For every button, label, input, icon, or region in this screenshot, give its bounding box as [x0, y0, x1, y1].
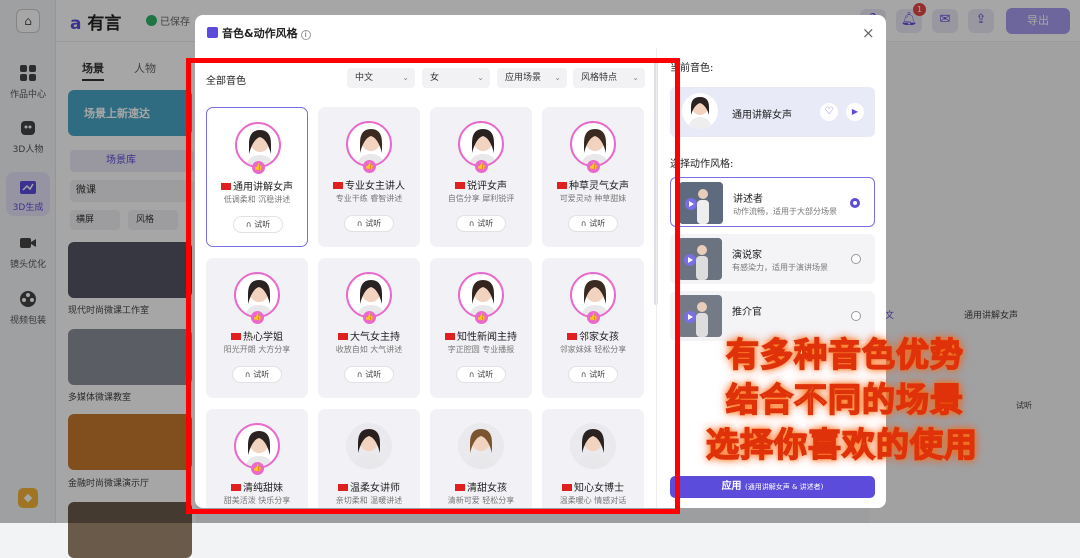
style-desc: 有感染力，适用于演讲场景: [732, 263, 828, 272]
voice-icon: [207, 27, 218, 38]
modal-title-text: 音色&动作风格: [222, 27, 298, 40]
heart-icon[interactable]: ♡: [820, 103, 838, 121]
style-preview: [679, 182, 723, 224]
style-name: 演说家: [732, 250, 762, 261]
radio-button[interactable]: [851, 311, 861, 321]
current-voice-box: 通用讲解女声 ♡ ▶: [670, 87, 875, 137]
style-card-narrator[interactable]: 讲述者 动作流畅，适用于大部分场景: [670, 177, 875, 227]
style-card-speaker[interactable]: 演说家 有感染力，适用于演讲场景: [670, 234, 875, 284]
style-preview: [678, 295, 722, 337]
style-name: 推介官: [732, 307, 762, 318]
avatar: [682, 93, 718, 129]
current-voice-name: 通用讲解女声: [732, 110, 792, 121]
apply-label: 应用: [721, 481, 742, 492]
radio-button[interactable]: [850, 198, 860, 208]
apply-detail: (通用讲解女声 & 讲述者): [745, 483, 824, 491]
radio-button[interactable]: [851, 254, 861, 264]
promo-caption: 有多种音色优势: [725, 334, 964, 375]
apply-button[interactable]: 应用 (通用讲解女声 & 讲述者): [670, 476, 875, 498]
highlight-box: [186, 58, 680, 514]
style-preview: [678, 238, 722, 280]
info-icon[interactable]: i: [300, 30, 311, 40]
style-name: 讲述者: [733, 194, 763, 205]
close-icon[interactable]: ×: [862, 24, 875, 42]
style-desc: 动作流畅，适用于大部分场景: [733, 207, 837, 216]
play-icon[interactable]: ▶: [846, 103, 864, 121]
promo-caption: 结合不同的场景: [725, 379, 964, 420]
promo-caption: 选择你喜欢的使用: [705, 424, 978, 465]
modal-title: 音色&动作风格 i: [207, 25, 311, 41]
